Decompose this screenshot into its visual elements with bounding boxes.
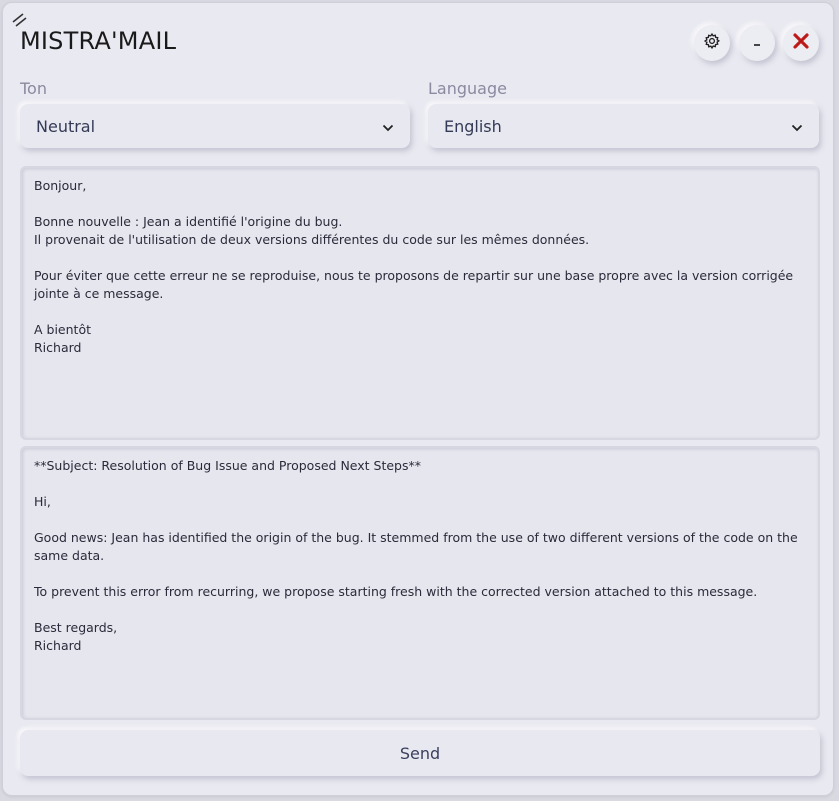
output-text-area[interactable]: **Subject: Resolution of Bug Issue and P… [20, 446, 820, 720]
language-select[interactable]: English [428, 104, 819, 148]
send-button[interactable]: Send [20, 730, 820, 776]
language-label: Language [428, 79, 507, 98]
tone-select-value: Neutral [36, 116, 96, 136]
resize-grip-icon[interactable] [11, 12, 29, 27]
minimize-icon [749, 33, 765, 53]
language-select-value: English [444, 116, 502, 136]
gear-icon [703, 32, 721, 54]
close-icon [792, 32, 810, 54]
app-window: MISTRA'MAIL Ton Language Neutral English… [2, 2, 834, 796]
source-text-area[interactable]: Bonjour, Bonne nouvelle : Jean a identif… [20, 166, 820, 440]
close-button[interactable] [783, 25, 819, 61]
tone-select[interactable]: Neutral [20, 104, 410, 148]
app-title: MISTRA'MAIL [20, 27, 177, 55]
tone-label: Ton [20, 79, 47, 98]
chevron-down-icon [382, 117, 394, 136]
minimize-button[interactable] [739, 25, 775, 61]
settings-button[interactable] [694, 25, 730, 61]
chevron-down-icon [791, 117, 803, 136]
